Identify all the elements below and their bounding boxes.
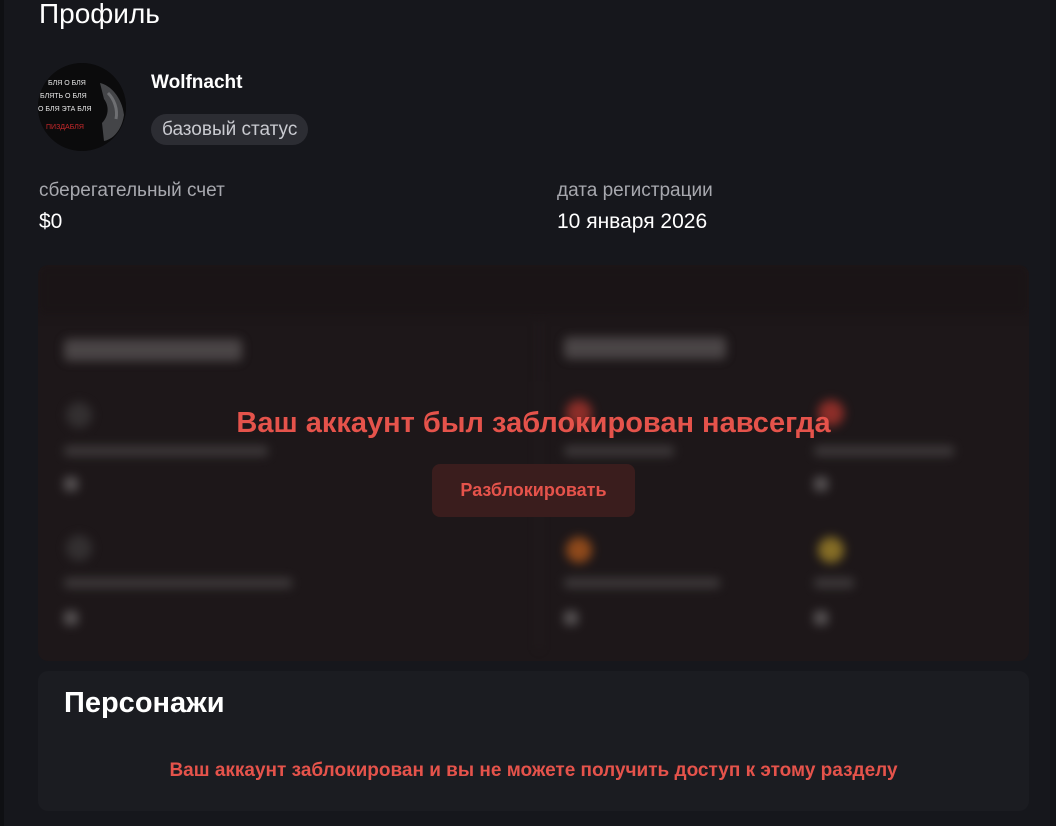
blurred-achievement-icon bbox=[566, 537, 592, 563]
savings-value: $0 bbox=[39, 210, 63, 233]
blurred-activity-icon bbox=[66, 535, 92, 561]
characters-title: Персонажи bbox=[64, 687, 225, 719]
avatar: БЛЯ О БЛЯ БЛЯТЬ О БЛЯ О БЛЯ ЭТА БЛЯ ПИЗД… bbox=[38, 63, 126, 151]
blurred-heading-activity bbox=[64, 339, 242, 361]
avatar-text-line: О БЛЯ ЭТА БЛЯ bbox=[38, 106, 92, 113]
page-title: Профиль bbox=[39, 0, 160, 29]
blurred-text-line bbox=[564, 446, 674, 456]
username: Wolfnacht bbox=[151, 72, 243, 93]
blurred-header-strip bbox=[38, 265, 1029, 315]
registration-value: 10 января 2026 bbox=[557, 210, 708, 233]
blurred-value bbox=[64, 477, 78, 491]
registration-label: дата регистрации bbox=[557, 180, 713, 201]
blurred-value bbox=[564, 611, 578, 625]
avatar-text-line: БЛЯ О БЛЯ bbox=[48, 80, 86, 87]
right-scroll-edge bbox=[1050, 0, 1056, 826]
blurred-text-line bbox=[64, 446, 268, 456]
blurred-heading-achievements bbox=[564, 337, 726, 359]
blurred-content bbox=[38, 265, 1029, 661]
blurred-value bbox=[814, 611, 828, 625]
characters-blocked-message: Ваш аккаунт заблокирован и вы не можете … bbox=[169, 760, 898, 781]
avatar-text-line: ПИЗДАБЛЯ bbox=[46, 124, 84, 131]
status-badge: базовый статус bbox=[151, 114, 309, 145]
avatar-text-line: БЛЯТЬ О БЛЯ bbox=[40, 93, 87, 100]
blurred-text-line bbox=[64, 578, 292, 588]
blurred-text-line bbox=[814, 446, 954, 456]
left-scroll-edge bbox=[0, 0, 4, 826]
profile-page: Профиль БЛЯ О БЛЯ БЛЯТЬ О БЛЯ О БЛЯ ЭТА … bbox=[0, 0, 1056, 826]
blurred-value bbox=[814, 477, 828, 491]
unblock-button[interactable]: Разблокировать bbox=[432, 464, 635, 517]
savings-label: сберегательный счет bbox=[39, 180, 225, 201]
characters-section: Персонажи Ваш аккаунт заблокирован и вы … bbox=[38, 671, 1029, 811]
blurred-value bbox=[64, 611, 78, 625]
avatar-image: БЛЯ О БЛЯ БЛЯТЬ О БЛЯ О БЛЯ ЭТА БЛЯ ПИЗД… bbox=[38, 63, 126, 151]
blurred-text-line bbox=[814, 578, 854, 588]
blurred-text-line bbox=[564, 578, 720, 588]
blocked-overlay-panel: Ваш аккаунт был заблокирован навсегда Ра… bbox=[38, 265, 1029, 661]
account-blocked-message: Ваш аккаунт был заблокирован навсегда bbox=[236, 407, 831, 439]
blurred-achievement-icon bbox=[818, 537, 844, 563]
